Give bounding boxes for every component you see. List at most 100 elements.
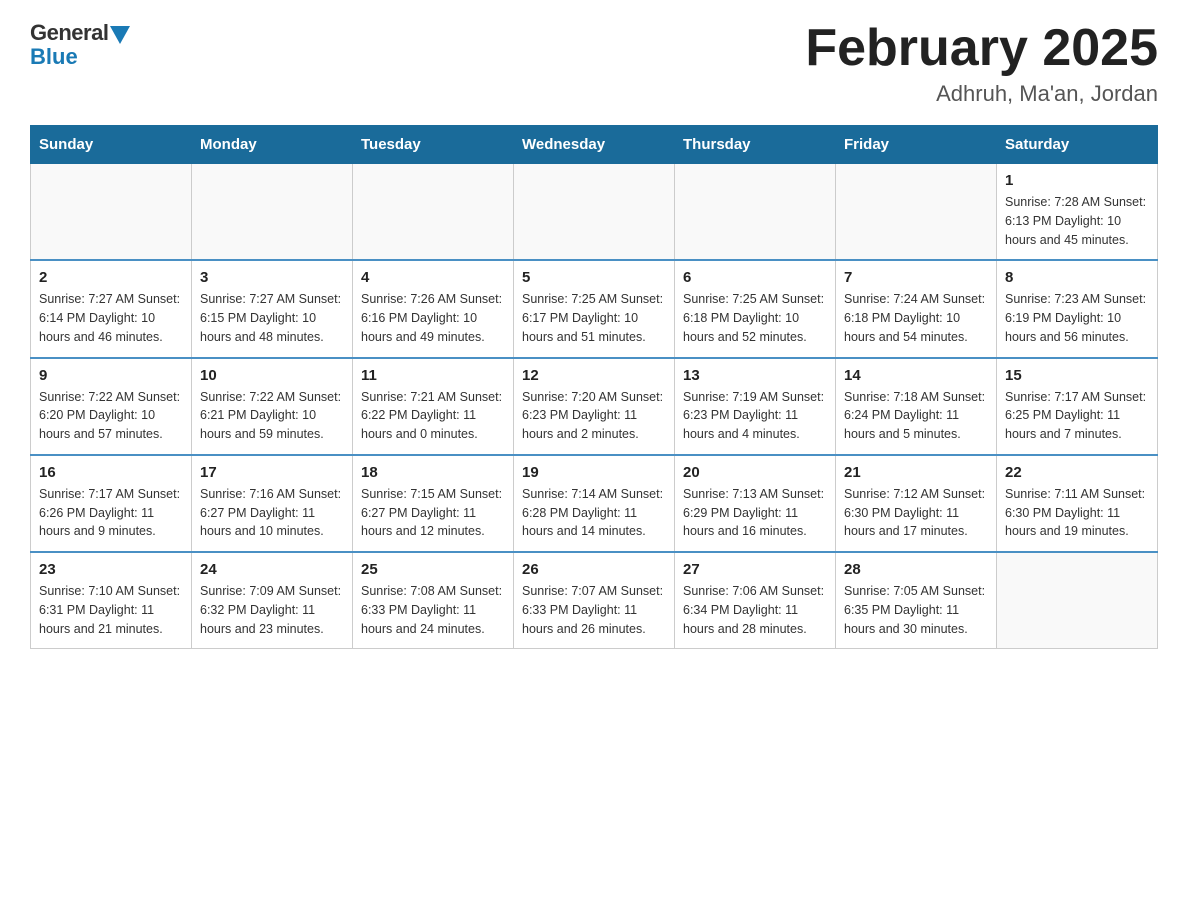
calendar-cell: 17 Sunrise: 7:16 AM Sunset: 6:27 PM Dayli… bbox=[192, 455, 353, 552]
day-info: Sunrise: 7:25 AM Sunset: 6:18 PM Dayligh… bbox=[683, 290, 827, 346]
day-number: 15 bbox=[1005, 367, 1149, 384]
day-info: Sunrise: 7:05 AM Sunset: 6:35 PM Dayligh… bbox=[844, 582, 988, 638]
calendar-cell: 15 Sunrise: 7:17 AM Sunset: 6:25 PM Dayli… bbox=[997, 358, 1158, 455]
calendar-cell bbox=[192, 164, 353, 261]
calendar-cell: 14 Sunrise: 7:18 AM Sunset: 6:24 PM Dayli… bbox=[836, 358, 997, 455]
week-row-0: 1 Sunrise: 7:28 AM Sunset: 6:13 PM Daylig… bbox=[31, 164, 1158, 261]
calendar-cell: 11 Sunrise: 7:21 AM Sunset: 6:22 PM Dayli… bbox=[353, 358, 514, 455]
day-info: Sunrise: 7:17 AM Sunset: 6:25 PM Dayligh… bbox=[1005, 388, 1149, 444]
day-info: Sunrise: 7:08 AM Sunset: 6:33 PM Dayligh… bbox=[361, 582, 505, 638]
calendar-cell bbox=[675, 164, 836, 261]
page-header: General Blue February 2025 Adhruh, Ma'an… bbox=[30, 20, 1158, 107]
calendar-cell: 10 Sunrise: 7:22 AM Sunset: 6:21 PM Dayli… bbox=[192, 358, 353, 455]
calendar-cell: 2 Sunrise: 7:27 AM Sunset: 6:14 PM Daylig… bbox=[31, 260, 192, 357]
week-row-2: 9 Sunrise: 7:22 AM Sunset: 6:20 PM Daylig… bbox=[31, 358, 1158, 455]
calendar-cell: 6 Sunrise: 7:25 AM Sunset: 6:18 PM Daylig… bbox=[675, 260, 836, 357]
day-info: Sunrise: 7:10 AM Sunset: 6:31 PM Dayligh… bbox=[39, 582, 183, 638]
day-number: 12 bbox=[522, 367, 666, 384]
calendar-cell bbox=[997, 552, 1158, 649]
day-number: 9 bbox=[39, 367, 183, 384]
day-number: 26 bbox=[522, 561, 666, 578]
day-info: Sunrise: 7:16 AM Sunset: 6:27 PM Dayligh… bbox=[200, 485, 344, 541]
calendar-cell: 24 Sunrise: 7:09 AM Sunset: 6:32 PM Dayli… bbox=[192, 552, 353, 649]
day-info: Sunrise: 7:27 AM Sunset: 6:14 PM Dayligh… bbox=[39, 290, 183, 346]
day-number: 17 bbox=[200, 464, 344, 481]
day-number: 28 bbox=[844, 561, 988, 578]
day-info: Sunrise: 7:23 AM Sunset: 6:19 PM Dayligh… bbox=[1005, 290, 1149, 346]
calendar-cell: 9 Sunrise: 7:22 AM Sunset: 6:20 PM Daylig… bbox=[31, 358, 192, 455]
day-number: 14 bbox=[844, 367, 988, 384]
calendar-cell: 23 Sunrise: 7:10 AM Sunset: 6:31 PM Dayli… bbox=[31, 552, 192, 649]
day-info: Sunrise: 7:15 AM Sunset: 6:27 PM Dayligh… bbox=[361, 485, 505, 541]
day-info: Sunrise: 7:09 AM Sunset: 6:32 PM Dayligh… bbox=[200, 582, 344, 638]
weekday-header-tuesday: Tuesday bbox=[353, 126, 514, 164]
day-info: Sunrise: 7:22 AM Sunset: 6:20 PM Dayligh… bbox=[39, 388, 183, 444]
day-info: Sunrise: 7:11 AM Sunset: 6:30 PM Dayligh… bbox=[1005, 485, 1149, 541]
day-number: 18 bbox=[361, 464, 505, 481]
weekday-header-sunday: Sunday bbox=[31, 126, 192, 164]
calendar-cell: 21 Sunrise: 7:12 AM Sunset: 6:30 PM Dayli… bbox=[836, 455, 997, 552]
day-info: Sunrise: 7:22 AM Sunset: 6:21 PM Dayligh… bbox=[200, 388, 344, 444]
calendar-cell: 25 Sunrise: 7:08 AM Sunset: 6:33 PM Dayli… bbox=[353, 552, 514, 649]
day-number: 16 bbox=[39, 464, 183, 481]
day-number: 10 bbox=[200, 367, 344, 384]
weekday-header-monday: Monday bbox=[192, 126, 353, 164]
location-title: Adhruh, Ma'an, Jordan bbox=[805, 81, 1158, 107]
day-number: 27 bbox=[683, 561, 827, 578]
day-number: 22 bbox=[1005, 464, 1149, 481]
day-number: 2 bbox=[39, 269, 183, 286]
weekday-header-saturday: Saturday bbox=[997, 126, 1158, 164]
logo-triangle-icon bbox=[110, 26, 130, 44]
day-number: 21 bbox=[844, 464, 988, 481]
day-info: Sunrise: 7:06 AM Sunset: 6:34 PM Dayligh… bbox=[683, 582, 827, 638]
calendar-table: SundayMondayTuesdayWednesdayThursdayFrid… bbox=[30, 125, 1158, 649]
day-info: Sunrise: 7:21 AM Sunset: 6:22 PM Dayligh… bbox=[361, 388, 505, 444]
calendar-cell: 1 Sunrise: 7:28 AM Sunset: 6:13 PM Daylig… bbox=[997, 164, 1158, 261]
calendar-cell: 16 Sunrise: 7:17 AM Sunset: 6:26 PM Dayli… bbox=[31, 455, 192, 552]
day-number: 4 bbox=[361, 269, 505, 286]
day-number: 5 bbox=[522, 269, 666, 286]
calendar-cell: 20 Sunrise: 7:13 AM Sunset: 6:29 PM Dayli… bbox=[675, 455, 836, 552]
calendar-cell: 4Sunrise: 7:26 AM Sunset: 6:16 PM Daylig… bbox=[353, 260, 514, 357]
weekday-header-wednesday: Wednesday bbox=[514, 126, 675, 164]
day-number: 6 bbox=[683, 269, 827, 286]
title-block: February 2025 Adhruh, Ma'an, Jordan bbox=[805, 20, 1158, 107]
day-number: 20 bbox=[683, 464, 827, 481]
month-title: February 2025 bbox=[805, 20, 1158, 77]
day-number: 13 bbox=[683, 367, 827, 384]
day-info: Sunrise: 7:25 AM Sunset: 6:17 PM Dayligh… bbox=[522, 290, 666, 346]
calendar-cell bbox=[31, 164, 192, 261]
day-number: 19 bbox=[522, 464, 666, 481]
calendar-cell: 13 Sunrise: 7:19 AM Sunset: 6:23 PM Dayli… bbox=[675, 358, 836, 455]
day-number: 3 bbox=[200, 269, 344, 286]
calendar-cell: 3Sunrise: 7:27 AM Sunset: 6:15 PM Daylig… bbox=[192, 260, 353, 357]
day-info: Sunrise: 7:17 AM Sunset: 6:26 PM Dayligh… bbox=[39, 485, 183, 541]
day-info: Sunrise: 7:14 AM Sunset: 6:28 PM Dayligh… bbox=[522, 485, 666, 541]
day-number: 23 bbox=[39, 561, 183, 578]
day-info: Sunrise: 7:19 AM Sunset: 6:23 PM Dayligh… bbox=[683, 388, 827, 444]
logo-general-text: General bbox=[30, 20, 108, 46]
day-number: 1 bbox=[1005, 172, 1149, 189]
day-info: Sunrise: 7:13 AM Sunset: 6:29 PM Dayligh… bbox=[683, 485, 827, 541]
day-info: Sunrise: 7:12 AM Sunset: 6:30 PM Dayligh… bbox=[844, 485, 988, 541]
calendar-cell bbox=[353, 164, 514, 261]
weekday-header-row: SundayMondayTuesdayWednesdayThursdayFrid… bbox=[31, 126, 1158, 164]
day-number: 25 bbox=[361, 561, 505, 578]
calendar-cell: 28 Sunrise: 7:05 AM Sunset: 6:35 PM Dayli… bbox=[836, 552, 997, 649]
day-number: 11 bbox=[361, 367, 505, 384]
calendar-cell: 19 Sunrise: 7:14 AM Sunset: 6:28 PM Dayli… bbox=[514, 455, 675, 552]
week-row-1: 2 Sunrise: 7:27 AM Sunset: 6:14 PM Daylig… bbox=[31, 260, 1158, 357]
calendar-cell bbox=[514, 164, 675, 261]
calendar-cell: 18 Sunrise: 7:15 AM Sunset: 6:27 PM Dayli… bbox=[353, 455, 514, 552]
day-number: 24 bbox=[200, 561, 344, 578]
day-info: Sunrise: 7:20 AM Sunset: 6:23 PM Dayligh… bbox=[522, 388, 666, 444]
weekday-header-friday: Friday bbox=[836, 126, 997, 164]
calendar-cell: 26Sunrise: 7:07 AM Sunset: 6:33 PM Dayli… bbox=[514, 552, 675, 649]
day-number: 8 bbox=[1005, 269, 1149, 286]
calendar-cell: 8 Sunrise: 7:23 AM Sunset: 6:19 PM Daylig… bbox=[997, 260, 1158, 357]
day-number: 7 bbox=[844, 269, 988, 286]
day-info: Sunrise: 7:18 AM Sunset: 6:24 PM Dayligh… bbox=[844, 388, 988, 444]
week-row-4: 23 Sunrise: 7:10 AM Sunset: 6:31 PM Dayli… bbox=[31, 552, 1158, 649]
day-info: Sunrise: 7:28 AM Sunset: 6:13 PM Dayligh… bbox=[1005, 193, 1149, 249]
week-row-3: 16 Sunrise: 7:17 AM Sunset: 6:26 PM Dayli… bbox=[31, 455, 1158, 552]
